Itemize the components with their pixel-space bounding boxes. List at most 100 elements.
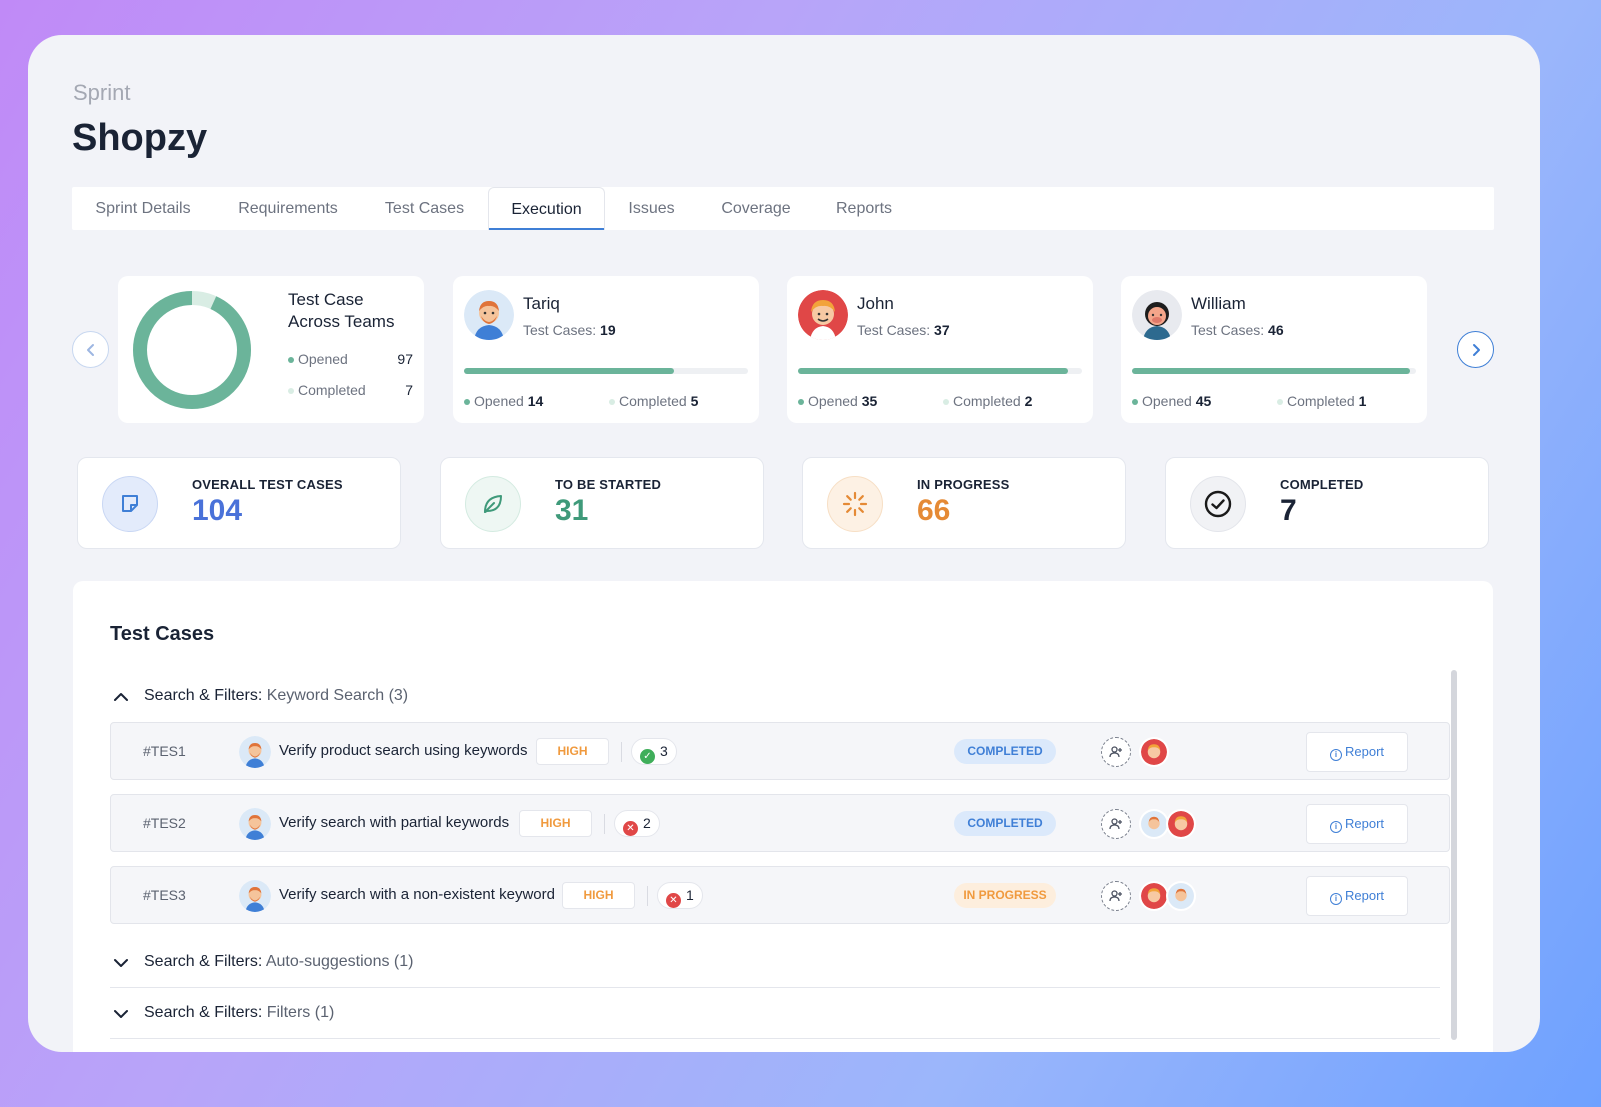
tariq-avatar <box>1139 809 1169 839</box>
tab-coverage[interactable]: Coverage <box>698 187 814 230</box>
chevron-down-icon <box>114 1010 128 1018</box>
tariq-avatar <box>239 880 271 912</box>
member-name: William <box>1191 294 1246 313</box>
member-opened: Opened 45 <box>1132 393 1211 409</box>
add-assignee-button[interactable] <box>1101 737 1131 767</box>
stat-value: 7 <box>1280 494 1297 527</box>
report-button[interactable]: i Report <box>1306 804 1408 844</box>
john-avatar <box>1139 737 1169 767</box>
tab-bar: Sprint Details Requirements Test Cases E… <box>72 187 1494 230</box>
x-circle-icon: ✕ <box>623 821 638 836</box>
group-divider <box>110 987 1440 988</box>
john-avatar <box>1166 809 1196 839</box>
add-assignee-button[interactable] <box>1101 809 1131 839</box>
stat-value: 31 <box>555 494 589 527</box>
test-case-name[interactable]: Verify search with a non-existent keywor… <box>279 886 555 903</box>
member-completed: Completed 5 <box>609 393 698 409</box>
group-count: (1) <box>314 1004 335 1021</box>
member-name: Tariq <box>523 294 560 313</box>
test-case-id: #TES2 <box>143 815 186 831</box>
stat-label: COMPLETED <box>1280 477 1364 492</box>
completed-dot <box>288 388 294 395</box>
table-row[interactable]: #TES1 Verify product search using keywor… <box>110 722 1450 780</box>
chevron-right-icon <box>1472 343 1480 356</box>
group-auto-suggestions[interactable]: Search & Filters: Auto-suggestions (1) <box>110 953 710 975</box>
stat-in-progress: IN PROGRESS 66 <box>802 457 1126 549</box>
john-avatar <box>1139 881 1169 911</box>
report-button[interactable]: i Report <box>1306 876 1408 916</box>
stat-overall: OVERALL TEST CASES 104 <box>77 457 401 549</box>
tab-sprint-details[interactable]: Sprint Details <box>72 187 214 230</box>
note-icon <box>102 476 158 532</box>
test-case-id: #TES1 <box>143 743 186 759</box>
x-circle-icon: ✕ <box>666 893 681 908</box>
tab-execution[interactable]: Execution <box>488 187 605 230</box>
info-icon: i <box>1329 749 1342 761</box>
status-badge: COMPLETED <box>954 811 1056 836</box>
stat-label: IN PROGRESS <box>917 477 1010 492</box>
tariq-avatar <box>464 290 514 340</box>
divider <box>621 742 622 762</box>
result-count-pill: ✕ 1 <box>657 882 703 909</box>
stat-value: 66 <box>917 494 951 527</box>
tab-requirements[interactable]: Requirements <box>214 187 362 230</box>
page-title: Shopzy <box>72 117 208 159</box>
john-avatar <box>798 290 848 340</box>
group-keyword-search[interactable]: Search & Filters: Keyword Search (3) <box>110 687 710 709</box>
stat-label: TO BE STARTED <box>555 477 662 492</box>
group-count: (3) <box>388 687 409 704</box>
panel-title: Test Cases <box>110 623 215 645</box>
member-progress-fill <box>1132 368 1411 374</box>
test-case-name[interactable]: Verify search with partial keywords <box>279 814 509 831</box>
member-progress-bar <box>798 368 1082 374</box>
member-card-william[interactable]: William Test Cases: 46 Opened 45 Complet… <box>1121 276 1427 423</box>
table-row[interactable]: #TES2 Verify search with partial keyword… <box>110 794 1450 852</box>
member-opened: Opened 14 <box>464 393 543 409</box>
status-badge: IN PROGRESS <box>954 883 1056 908</box>
legend-completed: Completed 7 <box>288 382 413 398</box>
group-name: Filters <box>266 1004 311 1021</box>
member-card-john[interactable]: John Test Cases: 37 Opened 35 Completed … <box>787 276 1093 423</box>
table-row[interactable]: #TES3 Verify search with a non-existent … <box>110 866 1450 924</box>
carousel-next-button[interactable] <box>1457 331 1494 368</box>
group-filters[interactable]: Search & Filters: Filters (1) <box>110 1004 710 1026</box>
legend-opened: Opened 97 <box>288 351 413 367</box>
group-divider <box>110 1038 1440 1039</box>
summary-title: Test Case Across Teams <box>288 290 395 331</box>
member-opened: Opened 35 <box>798 393 877 409</box>
info-icon: i <box>1329 821 1342 833</box>
member-completed: Completed 1 <box>1277 393 1366 409</box>
group-prefix: Search & Filters: <box>144 687 263 704</box>
completed-value: 7 <box>405 382 413 398</box>
stat-completed: COMPLETED 7 <box>1165 457 1489 549</box>
team-summary-card: Test Case Across Teams Opened 97 Complet… <box>118 276 424 423</box>
panel-scrollbar[interactable] <box>1451 670 1457 1040</box>
user-plus-icon <box>1109 818 1122 830</box>
tab-test-cases[interactable]: Test Cases <box>362 187 487 230</box>
member-progress-bar <box>464 368 748 374</box>
member-progress-bar <box>1132 368 1416 374</box>
priority-badge: HIGH <box>536 738 609 765</box>
stat-value: 104 <box>192 494 243 527</box>
donut-chart <box>133 291 251 409</box>
tab-issues[interactable]: Issues <box>605 187 698 230</box>
member-test-cases: Test Cases: 46 <box>1191 322 1284 338</box>
donut-opened-arc <box>133 291 251 409</box>
member-completed: Completed 2 <box>943 393 1032 409</box>
opened-dot <box>288 357 294 364</box>
add-assignee-button[interactable] <box>1101 881 1131 911</box>
carousel-prev-button[interactable] <box>72 331 109 368</box>
member-name: John <box>857 294 894 313</box>
member-progress-fill <box>798 368 1068 374</box>
opened-value: 97 <box>397 351 413 367</box>
report-button[interactable]: i Report <box>1306 732 1408 772</box>
stat-to-be-started: TO BE STARTED 31 <box>440 457 764 549</box>
check-circle-icon <box>1190 476 1246 532</box>
group-prefix: Search & Filters: <box>144 1004 263 1021</box>
result-count-pill: ✕ 2 <box>614 810 660 837</box>
member-card-tariq[interactable]: Tariq Test Cases: 19 Opened 14 Completed… <box>453 276 759 423</box>
group-prefix: Search & Filters: <box>144 953 263 970</box>
member-progress-fill <box>464 368 675 374</box>
test-case-name[interactable]: Verify product search using keywords <box>279 742 527 759</box>
tab-reports[interactable]: Reports <box>814 187 914 230</box>
